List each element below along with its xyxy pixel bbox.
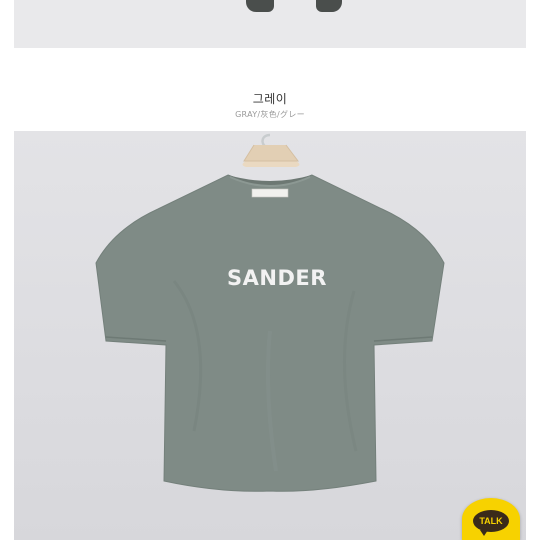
tshirt-shape [95,174,445,492]
color-title: 그레이 [252,92,288,106]
kakao-talk-button[interactable]: TALK [462,498,520,540]
shirt-hem-left [246,0,274,12]
chat-bubble-icon: TALK [473,510,509,536]
product-photo: SANDER [14,131,526,540]
previous-product-photo [14,0,526,48]
shirt-hem-right [316,0,342,12]
tshirt-illustration [95,133,445,492]
hanger-icon [242,133,300,167]
shirt-print-text: SANDER [227,266,327,290]
color-subtitle: GRAY/灰色/グレー [235,110,305,119]
talk-label: TALK [479,516,503,526]
